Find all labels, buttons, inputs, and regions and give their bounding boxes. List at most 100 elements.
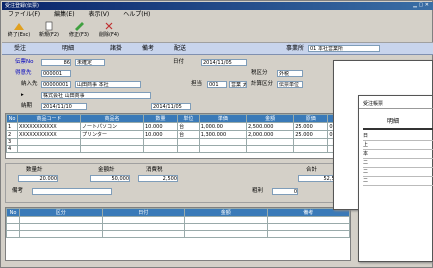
date-label: 日付 bbox=[173, 59, 185, 65]
calc-field[interactable]: 伝票単位 bbox=[277, 81, 303, 88]
col-header-qty[interactable]: 数量 bbox=[142, 114, 179, 123]
new-button[interactable]: 新規(F2) bbox=[36, 21, 62, 41]
dest-code-field[interactable]: 00000001 bbox=[41, 81, 71, 88]
col-header-amount[interactable]: 金額 bbox=[245, 114, 295, 123]
table-row[interactable] bbox=[6, 223, 350, 231]
menu-file[interactable]: ファイル(F) bbox=[8, 11, 40, 18]
cell-code[interactable] bbox=[17, 145, 81, 153]
customer-name-label: ▸ bbox=[21, 92, 24, 98]
cell-price[interactable]: 1,300.000 bbox=[198, 130, 247, 139]
table-row[interactable]: 4 bbox=[6, 145, 350, 153]
tax-label: 税区分 bbox=[251, 70, 268, 76]
sub-col-amount[interactable]: 金額 bbox=[184, 208, 268, 217]
exit-icon bbox=[14, 23, 24, 30]
cell-unit[interactable] bbox=[177, 145, 200, 153]
date-field[interactable]: 2014/11/05 bbox=[201, 59, 247, 66]
office-field[interactable]: 01 本社営業所 bbox=[308, 45, 380, 52]
tab-order[interactable]: 受注 bbox=[14, 44, 26, 54]
table-row[interactable] bbox=[6, 230, 350, 238]
cell-qty[interactable] bbox=[142, 145, 179, 153]
cell-unit[interactable]: 台 bbox=[177, 122, 200, 131]
cell-name[interactable] bbox=[80, 145, 144, 153]
cell-no: 3 bbox=[6, 138, 18, 146]
cell-code[interactable]: XXXXXXXXXXX bbox=[17, 130, 81, 139]
table-row[interactable]: 3 bbox=[6, 138, 350, 146]
cell-code[interactable] bbox=[17, 138, 81, 146]
window-controls[interactable]: ▁ ▢ ✕ bbox=[409, 2, 429, 9]
profit-label: 粗利 bbox=[252, 188, 264, 194]
cell-qty[interactable] bbox=[142, 138, 179, 146]
customer-label: 得意先 bbox=[15, 70, 32, 76]
sub-col-date[interactable]: 日付 bbox=[101, 208, 185, 217]
table-row[interactable]: 2 XXXXXXXXXXX プリンター 10.000 台 1,300.000 2… bbox=[6, 130, 350, 139]
edit-icon bbox=[75, 22, 84, 31]
menu-bar: ファイル(F) 編集(E) 表示(V) ヘルプ(H) bbox=[2, 10, 433, 19]
delivery-label: 納期 bbox=[21, 103, 33, 109]
table-row[interactable]: 1 XXXXXXXXXXX ノートパソコン 10.000 台 1,000.00 … bbox=[6, 122, 350, 131]
cell-price[interactable] bbox=[198, 145, 247, 153]
col-header-price[interactable]: 単価 bbox=[198, 114, 247, 123]
cell-name[interactable] bbox=[80, 138, 144, 146]
col-header-unit[interactable]: 単位 bbox=[177, 114, 200, 123]
cell-cost[interactable]: 25.000 bbox=[293, 130, 329, 139]
cell-cost[interactable] bbox=[293, 145, 329, 153]
cell-amount bbox=[245, 145, 295, 153]
cell-name[interactable]: プリンター bbox=[80, 130, 144, 139]
cell-price[interactable]: 1,000.00 bbox=[198, 122, 247, 131]
profit-field: 0 bbox=[272, 188, 298, 195]
report-heading: 明細 bbox=[387, 118, 400, 125]
staff-name-field: 営業 太郎 bbox=[229, 81, 247, 88]
cell-code[interactable]: XXXXXXXXXXX bbox=[17, 122, 81, 131]
report-row: 二 bbox=[363, 177, 433, 186]
staff-code-field[interactable]: 001 bbox=[207, 81, 227, 88]
edit-button[interactable]: 修正(F3) bbox=[66, 21, 92, 41]
sub-grid[interactable]: No 区分 日付 金額 備考 bbox=[5, 207, 351, 261]
sub-grid-header-row: No 区分 日付 金額 備考 bbox=[6, 208, 350, 217]
col-header-name[interactable]: 商品名 bbox=[80, 114, 144, 123]
menu-view[interactable]: 表示(V) bbox=[88, 11, 109, 18]
grand-total-label: 合計 bbox=[306, 167, 318, 173]
staff-label: 担当 bbox=[191, 81, 203, 87]
delivery-field[interactable]: 2014/11/10 bbox=[41, 103, 87, 110]
cell-qty[interactable]: 10.000 bbox=[142, 130, 179, 139]
cell-unit[interactable]: 台 bbox=[177, 130, 200, 139]
cell-name[interactable]: ノートパソコン bbox=[80, 122, 144, 131]
section-tabs: 受注 明細 諸掛 備考 配送 事業所 01 本社営業所 bbox=[2, 43, 433, 55]
customer-name-field: 株式会社 山田商事 bbox=[41, 92, 151, 99]
cell-price[interactable] bbox=[198, 138, 247, 146]
col-header-code[interactable]: 商品コード bbox=[17, 114, 81, 123]
new-icon bbox=[45, 21, 53, 31]
report-row: 上 bbox=[363, 141, 433, 150]
report-rule bbox=[363, 128, 433, 130]
cell-amount: 2,500.000 bbox=[245, 122, 295, 131]
doc-no-field[interactable]: 86 bbox=[41, 59, 71, 66]
tab-notes[interactable]: 備考 bbox=[142, 44, 154, 54]
tax-field[interactable]: 外税 bbox=[277, 70, 303, 77]
menu-edit[interactable]: 編集(E) bbox=[54, 11, 74, 18]
col-header-cost[interactable]: 原価 bbox=[293, 114, 329, 123]
delivery-date-field-2[interactable]: 2014/11/05 bbox=[151, 103, 191, 110]
cell-amount bbox=[245, 138, 295, 146]
cell-qty[interactable]: 10.000 bbox=[142, 122, 179, 131]
report-rows: 日 上 本 二 二 二 bbox=[363, 132, 433, 186]
exit-button[interactable]: 終了(Esc) bbox=[6, 21, 32, 41]
cell-cost[interactable] bbox=[293, 138, 329, 146]
line-items-grid[interactable]: No 商品コード 商品名 数量 単位 単価 金額 原価 粗利 1 XXXXXXX… bbox=[5, 113, 351, 159]
tab-charges[interactable]: 諸掛 bbox=[110, 44, 122, 54]
dest-label: 納入先 bbox=[21, 81, 38, 87]
qty-total-field: 20.000 bbox=[18, 175, 58, 182]
delete-button[interactable]: 削除(F4) bbox=[96, 21, 122, 41]
title-bar: 受注登録(伝票) bbox=[2, 2, 433, 10]
sub-col-type[interactable]: 区分 bbox=[19, 208, 103, 217]
totals-panel: 数量計 20.000 金額計 50,000 消費税 2,500 合計 52,50… bbox=[5, 163, 351, 203]
office-label: 事業所 bbox=[286, 45, 305, 52]
cell-cost[interactable]: 25.000 bbox=[293, 122, 329, 131]
menu-help[interactable]: ヘルプ(H) bbox=[123, 11, 150, 18]
tab-shipping[interactable]: 配送 bbox=[174, 44, 186, 54]
table-row[interactable] bbox=[6, 216, 350, 224]
cell-unit[interactable] bbox=[177, 138, 200, 146]
tab-detail[interactable]: 明細 bbox=[62, 44, 74, 54]
note-field[interactable] bbox=[32, 188, 112, 195]
customer-code-field[interactable]: 000001 bbox=[41, 70, 71, 77]
calc-label: 計算区分 bbox=[251, 81, 274, 87]
